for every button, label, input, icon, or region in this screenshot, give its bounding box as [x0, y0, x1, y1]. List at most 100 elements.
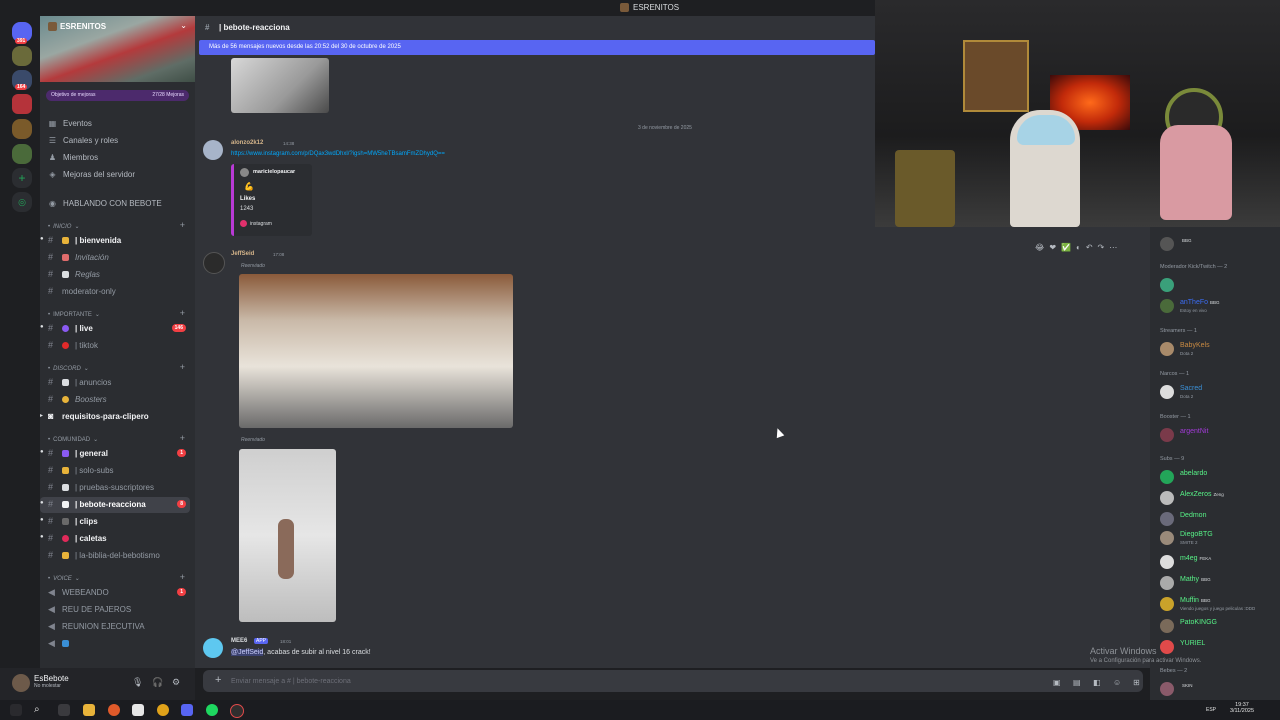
discord-icon[interactable] — [181, 704, 193, 716]
message-author[interactable]: alonzo2k12 — [231, 140, 263, 146]
member-item[interactable]: BBG — [1158, 235, 1280, 253]
start-icon[interactable] — [10, 704, 22, 716]
channel-bienvenida[interactable]: ● # | bienvenida — [40, 233, 190, 249]
member-item[interactable]: Muffin BBG Viendo juegos y juego peliculas… — [1158, 595, 1280, 613]
category-voice[interactable]: • VOICE ⌄ — [48, 575, 80, 583]
message-input[interactable]: Enviar mensaje a # | bebote-reacciona — [231, 678, 351, 685]
channel-general[interactable]: ● # | general 1 — [40, 446, 190, 462]
add-channel-icon[interactable]: + — [180, 220, 185, 230]
channel-anuncios[interactable]: # | anuncios — [40, 375, 190, 391]
category-discord[interactable]: • DISCORD ⌄ — [48, 365, 89, 373]
add-channel-icon[interactable]: + — [180, 308, 185, 318]
apps-icon[interactable]: ⊞ — [1133, 678, 1140, 687]
member-item[interactable]: BabyKels Dota 2 — [1158, 340, 1280, 358]
avatar — [1160, 299, 1174, 313]
member-item[interactable]: abelardo — [1158, 468, 1280, 486]
message-author[interactable]: MEE6 — [231, 638, 247, 644]
channel-reglas[interactable]: # Reglas — [40, 267, 190, 283]
explore-icon[interactable]: ◎ — [12, 192, 32, 212]
file-explorer-icon[interactable] — [83, 704, 95, 716]
gear-icon[interactable]: ⚙ — [172, 677, 180, 688]
store-icon[interactable] — [132, 704, 144, 716]
forwarded-image[interactable] — [239, 449, 336, 622]
microphone-icon[interactable]: 🎙 — [132, 677, 143, 688]
nav-miembros[interactable]: ♟ Miembros — [48, 153, 98, 162]
avatar[interactable] — [203, 638, 223, 658]
chevron-down-icon[interactable]: ⌄ — [180, 21, 187, 30]
forwarded-label: Reenviado — [241, 263, 265, 269]
gif-icon[interactable]: ▤ — [1073, 678, 1081, 687]
nav-mejoras[interactable]: ◈ Mejoras del servidor — [48, 170, 135, 179]
member-item[interactable]: PatoKINGG — [1158, 617, 1280, 635]
brave-icon[interactable] — [108, 704, 120, 716]
voice-channel-emoji[interactable]: ◀ — [40, 636, 190, 652]
channel-boosters[interactable]: # Boosters — [40, 392, 190, 408]
task-view-icon[interactable] — [58, 704, 70, 716]
channel-tiktok[interactable]: # | tiktok — [40, 338, 190, 354]
user-mention[interactable]: @JeffSeid — [231, 649, 264, 656]
add-attachment-icon[interactable]: + — [215, 674, 221, 686]
add-channel-icon[interactable]: + — [180, 433, 185, 443]
headphones-icon[interactable]: 🎧 — [152, 677, 163, 688]
member-item[interactable]: YURIEL — [1158, 638, 1280, 656]
channel-biblia[interactable]: # | la-biblia-del-bebotismo — [40, 548, 190, 564]
member-item[interactable]: Sacred Dota 2 — [1158, 383, 1280, 401]
category-comunidad[interactable]: • COMUNIDAD ⌄ — [48, 436, 98, 444]
boost-progress[interactable]: Objetivo de mejoras 27/28 Mejoras — [46, 90, 189, 101]
search-icon[interactable]: ⌕ — [34, 704, 46, 716]
language-indicator[interactable]: ESP — [1206, 707, 1216, 713]
member-item[interactable]: AlexZeros Zeng — [1158, 489, 1280, 507]
channel-pruebas[interactable]: # | pruebas-suscriptores — [40, 480, 190, 496]
member-item[interactable]: argentNit — [1158, 426, 1280, 444]
obs-icon[interactable] — [230, 704, 244, 718]
channel-requisitos[interactable]: ▸ ◙ requisitos-para-clipero — [40, 409, 190, 425]
avatar[interactable] — [203, 252, 225, 274]
channel-invitacion[interactable]: # Invitación — [40, 250, 190, 266]
spotify-icon[interactable] — [206, 704, 218, 716]
nav-eventos[interactable]: ▦ Eventos — [48, 119, 92, 128]
add-server-icon[interactable]: + — [12, 168, 32, 188]
server-icon-esrenitos[interactable] — [12, 94, 32, 114]
member-item[interactable]: SKIN — [1158, 680, 1280, 698]
voice-webeando[interactable]: ◀ WEBEANDO 1 — [40, 585, 190, 601]
system-clock[interactable]: 19:37 3/11/2025 — [1230, 702, 1254, 714]
server-icon-4[interactable] — [12, 144, 32, 164]
emoji-icon[interactable]: ☺ — [1113, 678, 1121, 687]
message-link[interactable]: https://www.instagram.com/p/DQax3wdDhxl/… — [231, 151, 445, 157]
channel-clips[interactable]: ● # | clips — [40, 514, 190, 530]
member-item[interactable]: m4eg FEKA — [1158, 553, 1280, 571]
server-banner[interactable]: ESRENITOS ⌄ — [40, 16, 195, 82]
channel-bebote-reacciona[interactable]: ● # | bebote-reacciona 8 — [40, 497, 190, 513]
add-channel-icon[interactable]: + — [180, 572, 185, 582]
channel-solo-subs[interactable]: # | solo-subs — [40, 463, 190, 479]
member-item[interactable]: Mathy BBG — [1158, 574, 1280, 592]
member-item[interactable]: DiegoBTG SMITE 2 — [1158, 529, 1280, 547]
avatar[interactable] — [12, 674, 30, 692]
dm-badge: 391 — [15, 38, 28, 44]
member-item[interactable] — [1158, 276, 1280, 294]
server-icon-3[interactable] — [12, 119, 32, 139]
forwarded-image[interactable] — [239, 274, 513, 428]
chrome-icon[interactable] — [157, 704, 169, 716]
add-channel-icon[interactable]: + — [180, 362, 185, 372]
voice-reu-de-pajeros[interactable]: ◀ REU DE PAJEROS — [40, 602, 190, 618]
nav-canales[interactable]: ☰ Canales y roles — [48, 136, 118, 145]
voice-reunion-ejecutiva[interactable]: ◀ REUNION EJECUTIVA — [40, 619, 190, 635]
channel-moderator-only[interactable]: # moderator-only — [40, 284, 190, 300]
instagram-embed[interactable]: maricielopaucar 💪 Likes 1243 instagram — [231, 164, 312, 236]
message-author[interactable]: JeffSeid — [231, 251, 254, 257]
category-importante[interactable]: • IMPORTANTE ⌄ — [48, 311, 100, 319]
server-icon-1[interactable] — [12, 46, 32, 66]
attached-image[interactable] — [231, 58, 329, 113]
gift-icon[interactable]: ▣ — [1053, 678, 1061, 687]
new-messages-bar[interactable]: Más de 56 mensajes nuevos desde las 20:5… — [199, 40, 875, 55]
channel-live[interactable]: ● # | live 146 — [40, 321, 190, 337]
member-item[interactable]: Dedmon — [1158, 510, 1280, 528]
message-actions-toolbar[interactable]: 😂❤✅◐↶↷⋯ — [1035, 243, 1122, 252]
sticker-icon[interactable]: ◧ — [1093, 678, 1101, 687]
member-item[interactable]: anTheFo BBG Estoy en vivo — [1158, 297, 1280, 315]
nav-hablando[interactable]: ◉ HABLANDO CON BEBOTE — [48, 199, 162, 208]
avatar[interactable] — [203, 140, 223, 160]
channel-caletas[interactable]: ● # | caletas — [40, 531, 190, 547]
category-inicio[interactable]: • INICIO ⌄ — [48, 223, 79, 231]
